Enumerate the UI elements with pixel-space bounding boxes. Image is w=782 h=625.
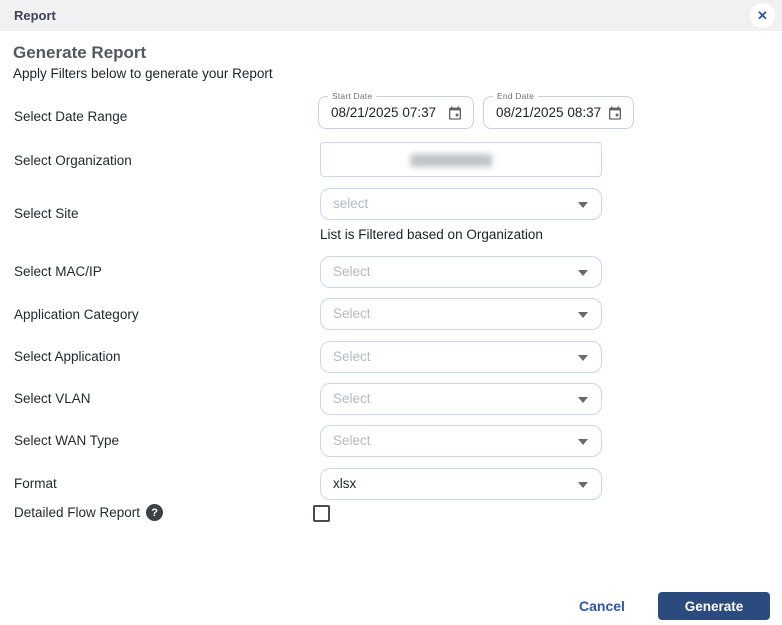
organization-redacted-value: [410, 154, 492, 167]
mac-ip-label: Select MAC/IP: [14, 264, 102, 280]
organization-label: Select Organization: [14, 153, 132, 169]
chevron-down-icon: [578, 355, 588, 361]
help-icon[interactable]: ?: [146, 504, 163, 521]
vlan-label: Select VLAN: [14, 391, 91, 407]
chevron-down-icon: [578, 439, 588, 445]
site-helper-text: List is Filtered based on Organization: [320, 227, 543, 242]
start-date-field[interactable]: Start Date 08/21/2025 07:37: [318, 96, 474, 129]
detailed-flow-report-checkbox[interactable]: [313, 505, 330, 522]
date-range-label: Select Date Range: [14, 109, 127, 125]
wan-type-label: Select WAN Type: [14, 433, 119, 449]
application-select-placeholder: Select: [333, 342, 371, 372]
wan-type-select[interactable]: Select: [320, 425, 602, 457]
report-modal: Report ✕ Generate Report Apply Filters b…: [0, 0, 782, 625]
wan-type-select-placeholder: Select: [333, 426, 371, 456]
page-title: Generate Report: [13, 43, 146, 63]
chevron-down-icon: [578, 482, 588, 488]
site-select[interactable]: select: [320, 188, 602, 220]
detailed-flow-report-row: Detailed Flow Report ?: [14, 504, 163, 521]
close-icon: ✕: [757, 8, 768, 24]
application-category-select[interactable]: Select: [320, 298, 602, 330]
calendar-icon[interactable]: [447, 105, 463, 121]
format-label: Format: [14, 476, 57, 492]
format-select-value: xlsx: [333, 469, 356, 499]
close-button[interactable]: ✕: [750, 3, 775, 28]
chevron-down-icon: [578, 312, 588, 318]
site-select-placeholder: select: [333, 189, 368, 219]
application-select[interactable]: Select: [320, 341, 602, 373]
format-select[interactable]: xlsx: [320, 468, 602, 500]
mac-ip-select[interactable]: Select: [320, 256, 602, 288]
cancel-button[interactable]: Cancel: [579, 598, 625, 614]
chevron-down-icon: [578, 397, 588, 403]
application-category-label: Application Category: [14, 307, 139, 323]
modal-titlebar: Report ✕: [0, 0, 782, 31]
vlan-select-placeholder: Select: [333, 384, 371, 414]
application-label: Select Application: [14, 349, 121, 365]
application-category-placeholder: Select: [333, 299, 371, 329]
end-date-value: 08/21/2025 08:37: [496, 97, 601, 128]
chevron-down-icon: [578, 202, 588, 208]
end-date-field[interactable]: End Date 08/21/2025 08:37: [483, 96, 634, 129]
detailed-flow-report-label: Detailed Flow Report: [14, 505, 140, 520]
modal-title: Report: [14, 0, 56, 31]
generate-button-label: Generate: [685, 599, 744, 614]
vlan-select[interactable]: Select: [320, 383, 602, 415]
mac-ip-select-placeholder: Select: [333, 257, 371, 287]
site-label: Select Site: [14, 206, 79, 222]
start-date-value: 08/21/2025 07:37: [331, 97, 436, 128]
organization-input[interactable]: [320, 142, 602, 177]
generate-button[interactable]: Generate: [658, 592, 770, 620]
calendar-icon[interactable]: [607, 105, 623, 121]
page-subtitle: Apply Filters below to generate your Rep…: [13, 66, 273, 81]
chevron-down-icon: [578, 270, 588, 276]
